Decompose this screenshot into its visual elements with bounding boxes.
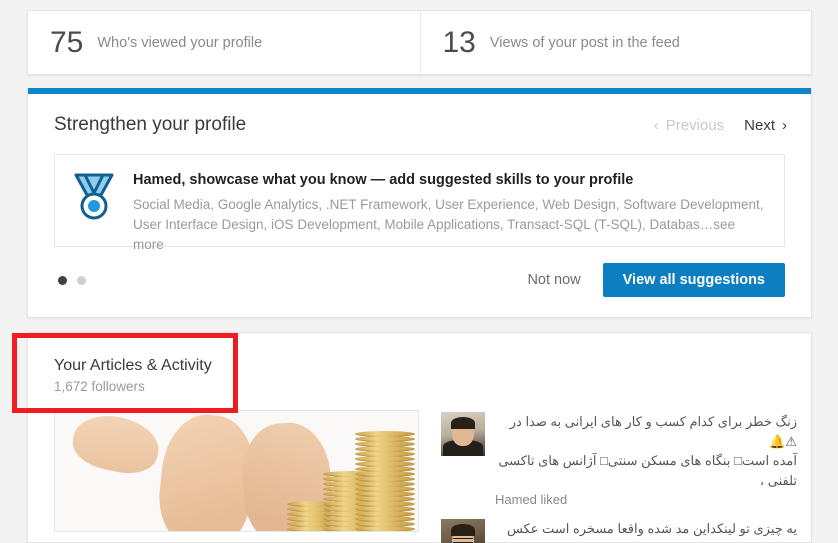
stat-label: Who's viewed your profile bbox=[97, 34, 263, 51]
post-line-1: یه چیزی تو لینکداین مد شده واقعا مسخره ا… bbox=[506, 521, 797, 543]
previous-label: Previous bbox=[665, 116, 725, 134]
suggestion-headline: Hamed, showcase what you know — add sugg… bbox=[133, 172, 634, 188]
stat-number: 75 bbox=[50, 25, 84, 59]
activity-title: Your Articles & Activity bbox=[54, 357, 212, 374]
carousel-dots bbox=[58, 275, 86, 285]
post-text: یه چیزی تو لینکداین مد شده واقعا مسخره ا… bbox=[495, 519, 797, 543]
page-title: Strengthen your profile bbox=[54, 114, 247, 135]
activity-body: زنگ خطر برای کدام کسب و کار های ایرانی ب… bbox=[28, 394, 811, 543]
list-item[interactable]: یه چیزی تو لینکداین مد شده واقعا مسخره ا… bbox=[441, 519, 797, 543]
medal-icon bbox=[71, 169, 125, 226]
strengthen-profile-card: Strengthen your profile ‹ Previous Next … bbox=[27, 88, 812, 318]
suggestion-skills: Social Media, Google Analytics, .NET Fra… bbox=[133, 195, 768, 255]
hand-knuckle bbox=[68, 411, 164, 480]
suggestion-text: Hamed, showcase what you know — add sugg… bbox=[125, 169, 768, 255]
post-meta: Hamed liked bbox=[495, 492, 568, 507]
not-now-button[interactable]: Not now bbox=[527, 272, 580, 288]
articles-activity-card: Your Articles & Activity 1,672 followers bbox=[27, 332, 812, 543]
previous-button[interactable]: ‹ Previous bbox=[654, 117, 724, 134]
post-line-2: آمده است□ بنگاه های مسکن سنتی□ آژانس های… bbox=[498, 453, 797, 488]
chevron-right-icon: › bbox=[782, 116, 787, 134]
stat-label: Views of your post in the feed bbox=[489, 34, 680, 51]
stats-row: 75 Who's viewed your profile 13 Views of… bbox=[27, 10, 812, 75]
list-item[interactable]: زنگ خطر برای کدام کسب و کار های ایرانی ب… bbox=[441, 412, 797, 507]
card-header: Strengthen your profile ‹ Previous Next … bbox=[28, 94, 811, 136]
skills-line-2: User Interface Design, iOS Development, … bbox=[133, 217, 700, 233]
avatar bbox=[441, 519, 485, 543]
activity-header: Your Articles & Activity 1,672 followers bbox=[28, 333, 811, 394]
post-text: زنگ خطر برای کدام کسب و کار های ایرانی ب… bbox=[495, 412, 797, 507]
chevron-left-icon: ‹ bbox=[653, 116, 659, 134]
suggestion-box: Hamed, showcase what you know — add sugg… bbox=[54, 154, 785, 252]
stat-number: 13 bbox=[442, 25, 476, 59]
carousel-nav: ‹ Previous Next › bbox=[654, 117, 787, 134]
next-label: Next bbox=[744, 116, 775, 134]
post-line-1: زنگ خطر برای کدام کسب و کار های ایرانی ب… bbox=[509, 414, 797, 449]
stat-card-profile-views[interactable]: 75 Who's viewed your profile bbox=[28, 11, 420, 74]
next-button[interactable]: Next › bbox=[744, 117, 787, 134]
linkedin-feed-page: 75 Who's viewed your profile 13 Views of… bbox=[0, 0, 838, 543]
footer-actions: Not now View all suggestions bbox=[527, 263, 785, 297]
carousel-dot-2[interactable] bbox=[77, 275, 86, 285]
activity-posts: زنگ خطر برای کدام کسب و کار های ایرانی ب… bbox=[441, 410, 811, 543]
coin-stack bbox=[355, 431, 415, 531]
stat-card-post-views[interactable]: 13 Views of your post in the feed bbox=[419, 11, 812, 74]
avatar bbox=[441, 412, 485, 456]
view-all-suggestions-button[interactable]: View all suggestions bbox=[602, 263, 785, 297]
carousel-dot-1[interactable] bbox=[58, 275, 67, 285]
article-thumbnail[interactable] bbox=[54, 410, 419, 532]
skills-line-1: Social Media, Google Analytics, .NET Fra… bbox=[133, 197, 764, 213]
followers-count: 1,672 followers bbox=[54, 379, 145, 394]
